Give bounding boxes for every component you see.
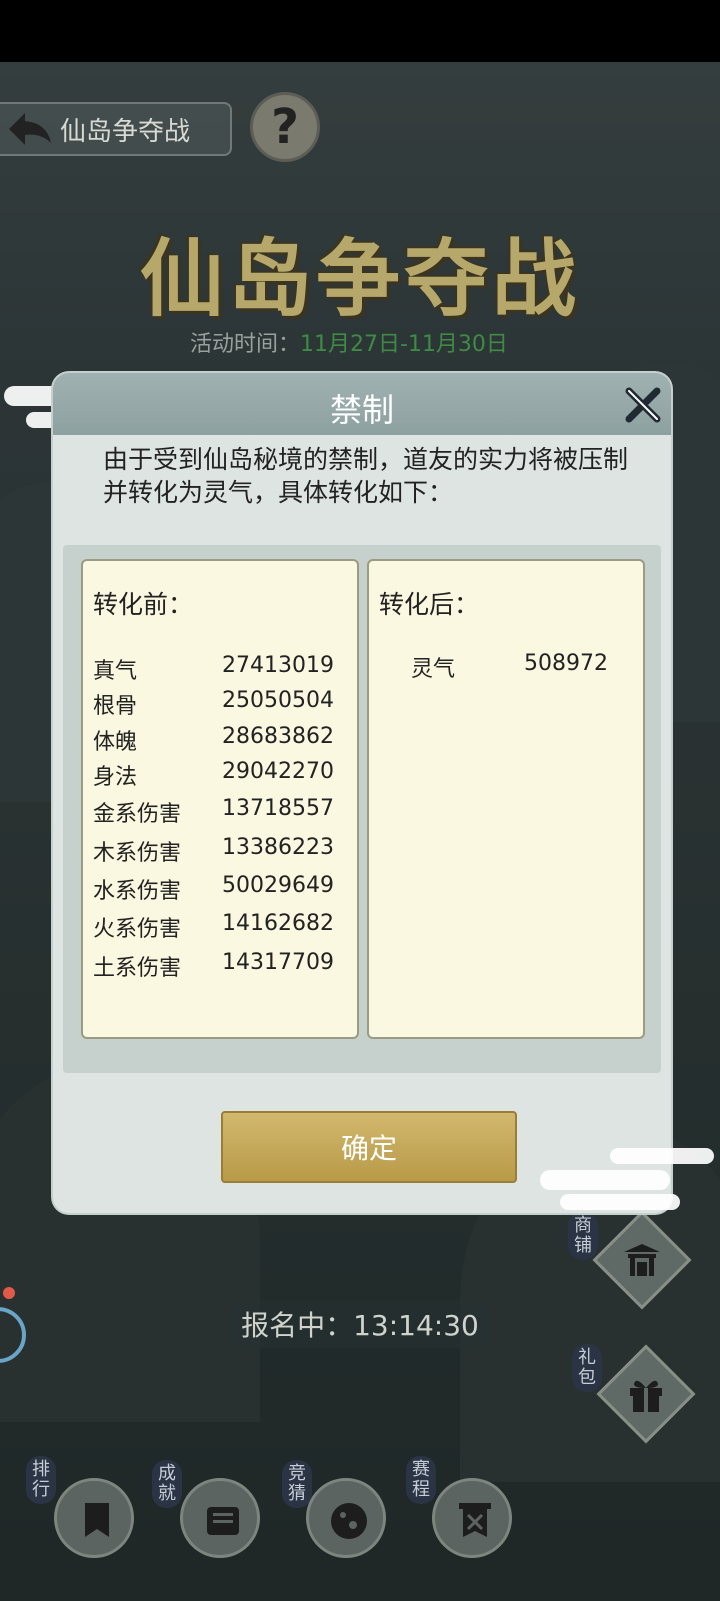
stat-name: 水系伤害 [93,879,182,904]
schedule-label: 赛程 [406,1456,436,1504]
before-panel: 转化前： 真气 27413019 根骨 25050504 体魄 28683862 身法… [81,559,359,1039]
stat-name: 木系伤害 [93,841,182,866]
crossed-swords-banner-icon [459,1503,491,1537]
rank-button[interactable] [54,1478,134,1558]
after-panel: 转化后： 灵气 508972 [367,559,645,1039]
scroll-icon [207,1507,239,1535]
banner-flag-icon [85,1503,109,1537]
gift-box-icon [630,1380,662,1412]
notification-dot [3,1287,15,1299]
page-title: 仙岛争夺战 [60,116,191,147]
stat-name: 身法 [93,765,138,790]
gift-button[interactable] [596,1344,696,1444]
guess-button[interactable] [306,1478,386,1558]
stat-value: 508972 [524,651,608,676]
stat-name: 体魄 [93,730,138,755]
rank-label: 排行 [26,1456,56,1504]
stat-value: 50029649 [222,873,334,898]
restriction-dialog: 禁制 由于受到仙岛秘境的禁制，道友的实力将被压制并转化为灵气，具体转化如下： 转… [53,373,671,1213]
after-header: 转化后： [379,590,480,619]
close-icon[interactable] [623,385,663,425]
stat-value: 13718557 [222,796,334,821]
stat-name: 灵气 [411,657,456,682]
shop-gate-icon [624,1244,660,1276]
dialog-title: 禁制 [329,391,394,429]
shop-button[interactable] [592,1210,692,1310]
stat-name: 土系伤害 [93,956,182,981]
conversion-area: 转化前： 真气 27413019 根骨 25050504 体魄 28683862 身法… [63,545,661,1073]
dialog-header: 禁制 [53,373,671,435]
dialog-description: 由于受到仙岛秘境的禁制，道友的实力将被压制并转化为灵气，具体转化如下： [103,445,629,507]
cloud-decoration [540,1170,670,1190]
stat-value: 13386223 [222,835,334,860]
stat-name: 火系伤害 [93,917,182,942]
before-header: 转化前： [93,590,194,619]
back-bar[interactable]: 仙岛争夺战 [0,102,232,156]
moon-orb-icon [331,1503,367,1539]
help-button[interactable]: ? [250,92,320,162]
stat-value: 14162682 [222,911,334,936]
event-time-label: 活动时间： [190,332,301,357]
stat-value: 27413019 [222,653,334,678]
cloud-decoration [560,1194,680,1210]
event-time: 活动时间：11月27日-11月30日 [190,326,508,358]
back-arrow-icon[interactable] [0,102,60,156]
achievement-button[interactable] [180,1478,260,1558]
achievement-label: 成就 [152,1460,182,1508]
stat-value: 28683862 [222,724,334,749]
event-title: 仙岛争夺战 [139,229,580,328]
stat-value: 25050504 [222,688,334,713]
stat-name: 金系伤害 [93,802,182,827]
event-time-value: 11月27日-11月30日 [300,332,508,357]
stat-value: 14317709 [222,950,334,975]
stat-value: 29042270 [222,759,334,784]
confirm-button[interactable]: 确定 [221,1111,517,1183]
status-bar [0,0,720,62]
stat-name: 真气 [93,659,138,684]
cloud-decoration [610,1148,714,1164]
guess-label: 竞猜 [282,1460,312,1508]
signup-countdown: 报名中：13:14:30 [230,1300,490,1348]
schedule-button[interactable] [432,1478,512,1558]
stat-name: 根骨 [93,694,138,719]
